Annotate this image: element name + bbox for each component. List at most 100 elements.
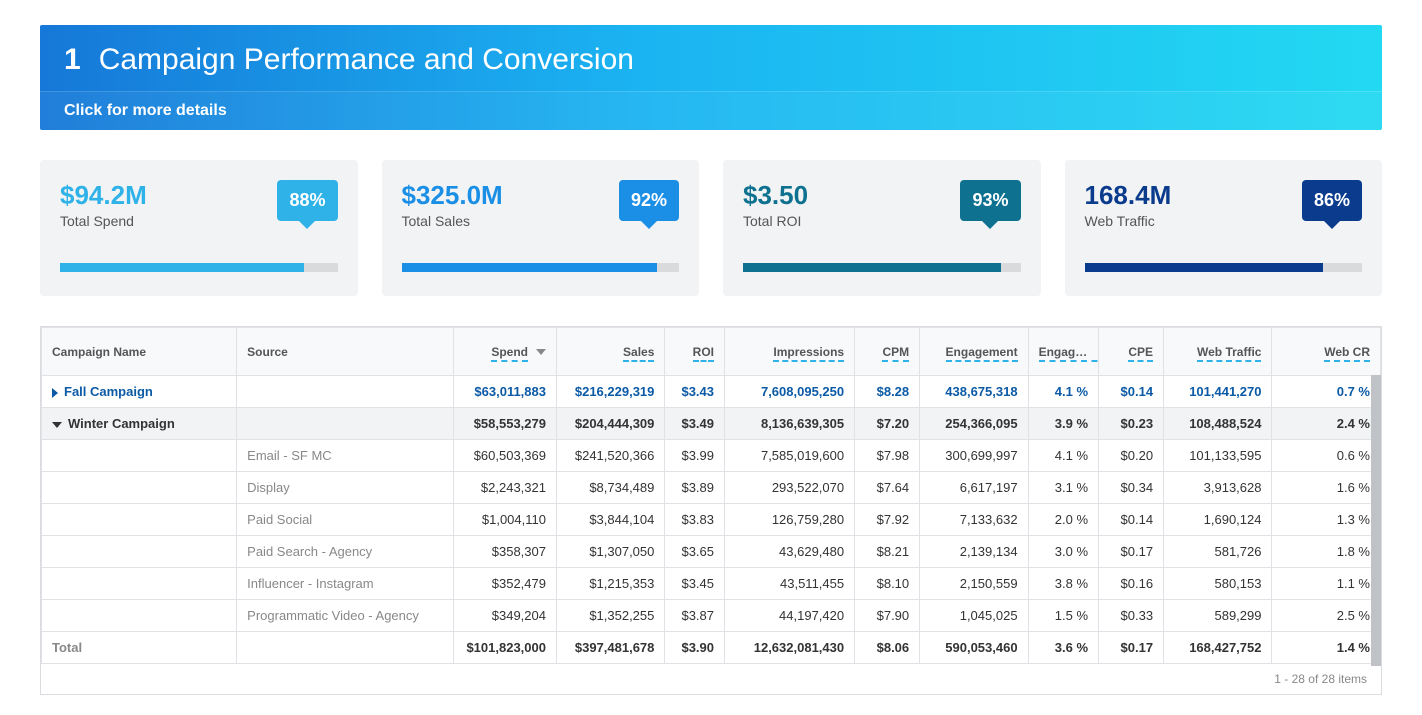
table-row[interactable]: Paid Social$1,004,110$3,844,104$3.83126,…: [42, 504, 1381, 536]
cell-value: $3.87: [665, 600, 725, 632]
table-row[interactable]: Email - SF MC$60,503,369$241,520,366$3.9…: [42, 440, 1381, 472]
cell-value: $2,243,321: [453, 472, 556, 504]
cell-value: $1,307,050: [556, 536, 664, 568]
cell-value: $0.17: [1099, 536, 1164, 568]
cell-value: $8.28: [855, 376, 920, 408]
cell-source: [237, 408, 454, 440]
cell-campaign-name: [42, 600, 237, 632]
cell-value: 589,299: [1164, 600, 1272, 632]
column-header[interactable]: Impressions: [725, 328, 855, 376]
column-header[interactable]: Spend: [453, 328, 556, 376]
table-row[interactable]: Programmatic Video - Agency$349,204$1,35…: [42, 600, 1381, 632]
cell-value: 2.0 %: [1028, 504, 1098, 536]
kpi-label: Total Sales: [402, 213, 503, 229]
sort-desc-icon: [536, 349, 546, 355]
cell-value: 2,139,134: [920, 536, 1028, 568]
collapse-icon[interactable]: [52, 422, 62, 428]
cell-campaign-name: [42, 536, 237, 568]
table-row[interactable]: Winter Campaign$58,553,279$204,444,309$3…: [42, 408, 1381, 440]
column-header[interactable]: Campaign Name: [42, 328, 237, 376]
cell-value: 580,153: [1164, 568, 1272, 600]
cell-value: 1.5 %: [1028, 600, 1098, 632]
cell-value: 1.4 %: [1272, 632, 1381, 664]
cell-campaign-name: Fall Campaign: [42, 376, 237, 408]
cell-value: 1.8 %: [1272, 536, 1381, 568]
cell-value: 108,488,524: [1164, 408, 1272, 440]
cell-value: $1,215,353: [556, 568, 664, 600]
column-header[interactable]: Engag. Rate: [1028, 328, 1098, 376]
column-header[interactable]: Web Traffic: [1164, 328, 1272, 376]
cell-value: 3.1 %: [1028, 472, 1098, 504]
cell-value: 2.4 %: [1272, 408, 1381, 440]
column-header[interactable]: Web CR: [1272, 328, 1381, 376]
kpi-card[interactable]: $3.50Total ROI93%: [723, 160, 1041, 296]
header-number: 1: [64, 43, 81, 77]
kpi-card[interactable]: $325.0MTotal Sales92%: [382, 160, 700, 296]
expand-icon[interactable]: [52, 388, 58, 398]
cell-value: 1.6 %: [1272, 472, 1381, 504]
cell-value: 44,197,420: [725, 600, 855, 632]
column-header[interactable]: Sales: [556, 328, 664, 376]
kpi-value: $3.50: [743, 180, 808, 211]
cell-value: $1,004,110: [453, 504, 556, 536]
cell-value: $397,481,678: [556, 632, 664, 664]
cell-value: 0.7 %: [1272, 376, 1381, 408]
table-row[interactable]: Influencer - Instagram$352,479$1,215,353…: [42, 568, 1381, 600]
cell-source: [237, 376, 454, 408]
cell-value: $0.23: [1099, 408, 1164, 440]
cell-value: $3.65: [665, 536, 725, 568]
cell-value: $349,204: [453, 600, 556, 632]
table-row[interactable]: Fall Campaign$63,011,883$216,229,319$3.4…: [42, 376, 1381, 408]
table-row[interactable]: Paid Search - Agency$358,307$1,307,050$3…: [42, 536, 1381, 568]
cell-value: 3.0 %: [1028, 536, 1098, 568]
cell-value: $0.14: [1099, 376, 1164, 408]
cell-value: $0.14: [1099, 504, 1164, 536]
cell-campaign-name: Winter Campaign: [42, 408, 237, 440]
cell-source: [237, 632, 454, 664]
kpi-label: Web Traffic: [1085, 213, 1172, 229]
cell-source: Paid Search - Agency: [237, 536, 454, 568]
pager-text: 1 - 28 of 28 items: [41, 664, 1381, 694]
cell-value: 3,913,628: [1164, 472, 1272, 504]
cell-value: $8.21: [855, 536, 920, 568]
kpi-card[interactable]: 168.4MWeb Traffic86%: [1065, 160, 1383, 296]
cell-value: $3.83: [665, 504, 725, 536]
cell-value: $8.06: [855, 632, 920, 664]
scrollbar[interactable]: [1371, 375, 1381, 666]
header-top: 1 Campaign Performance and Conversion: [40, 25, 1382, 91]
cell-value: 4.1 %: [1028, 376, 1098, 408]
column-header[interactable]: CPE: [1099, 328, 1164, 376]
cell-source: Influencer - Instagram: [237, 568, 454, 600]
kpi-label: Total Spend: [60, 213, 147, 229]
table-row[interactable]: Total$101,823,000$397,481,678$3.9012,632…: [42, 632, 1381, 664]
cell-value: $101,823,000: [453, 632, 556, 664]
header-subtitle-link[interactable]: Click for more details: [40, 91, 1382, 130]
cell-value: 3.8 %: [1028, 568, 1098, 600]
kpi-progress: [60, 263, 338, 272]
cell-value: 7,133,632: [920, 504, 1028, 536]
cell-value: $3.45: [665, 568, 725, 600]
column-header[interactable]: Engagement: [920, 328, 1028, 376]
cell-source: Programmatic Video - Agency: [237, 600, 454, 632]
table-header-row: Campaign NameSourceSpendSalesROIImpressi…: [42, 328, 1381, 376]
kpi-progress: [1085, 263, 1363, 272]
kpi-badge: 86%: [1302, 180, 1362, 221]
cell-value: $63,011,883: [453, 376, 556, 408]
table-row[interactable]: Display$2,243,321$8,734,489$3.89293,522,…: [42, 472, 1381, 504]
cell-value: $3,844,104: [556, 504, 664, 536]
cell-value: $3.90: [665, 632, 725, 664]
cell-value: $0.20: [1099, 440, 1164, 472]
cell-value: 0.6 %: [1272, 440, 1381, 472]
column-header[interactable]: CPM: [855, 328, 920, 376]
kpi-card[interactable]: $94.2MTotal Spend88%: [40, 160, 358, 296]
column-header[interactable]: Source: [237, 328, 454, 376]
cell-value: 590,053,460: [920, 632, 1028, 664]
cell-value: 2.5 %: [1272, 600, 1381, 632]
campaign-table: Campaign NameSourceSpendSalesROIImpressi…: [41, 327, 1381, 664]
cell-value: 8,136,639,305: [725, 408, 855, 440]
cell-value: 1,045,025: [920, 600, 1028, 632]
cell-value: 438,675,318: [920, 376, 1028, 408]
cell-value: $352,479: [453, 568, 556, 600]
cell-campaign-name: [42, 440, 237, 472]
column-header[interactable]: ROI: [665, 328, 725, 376]
